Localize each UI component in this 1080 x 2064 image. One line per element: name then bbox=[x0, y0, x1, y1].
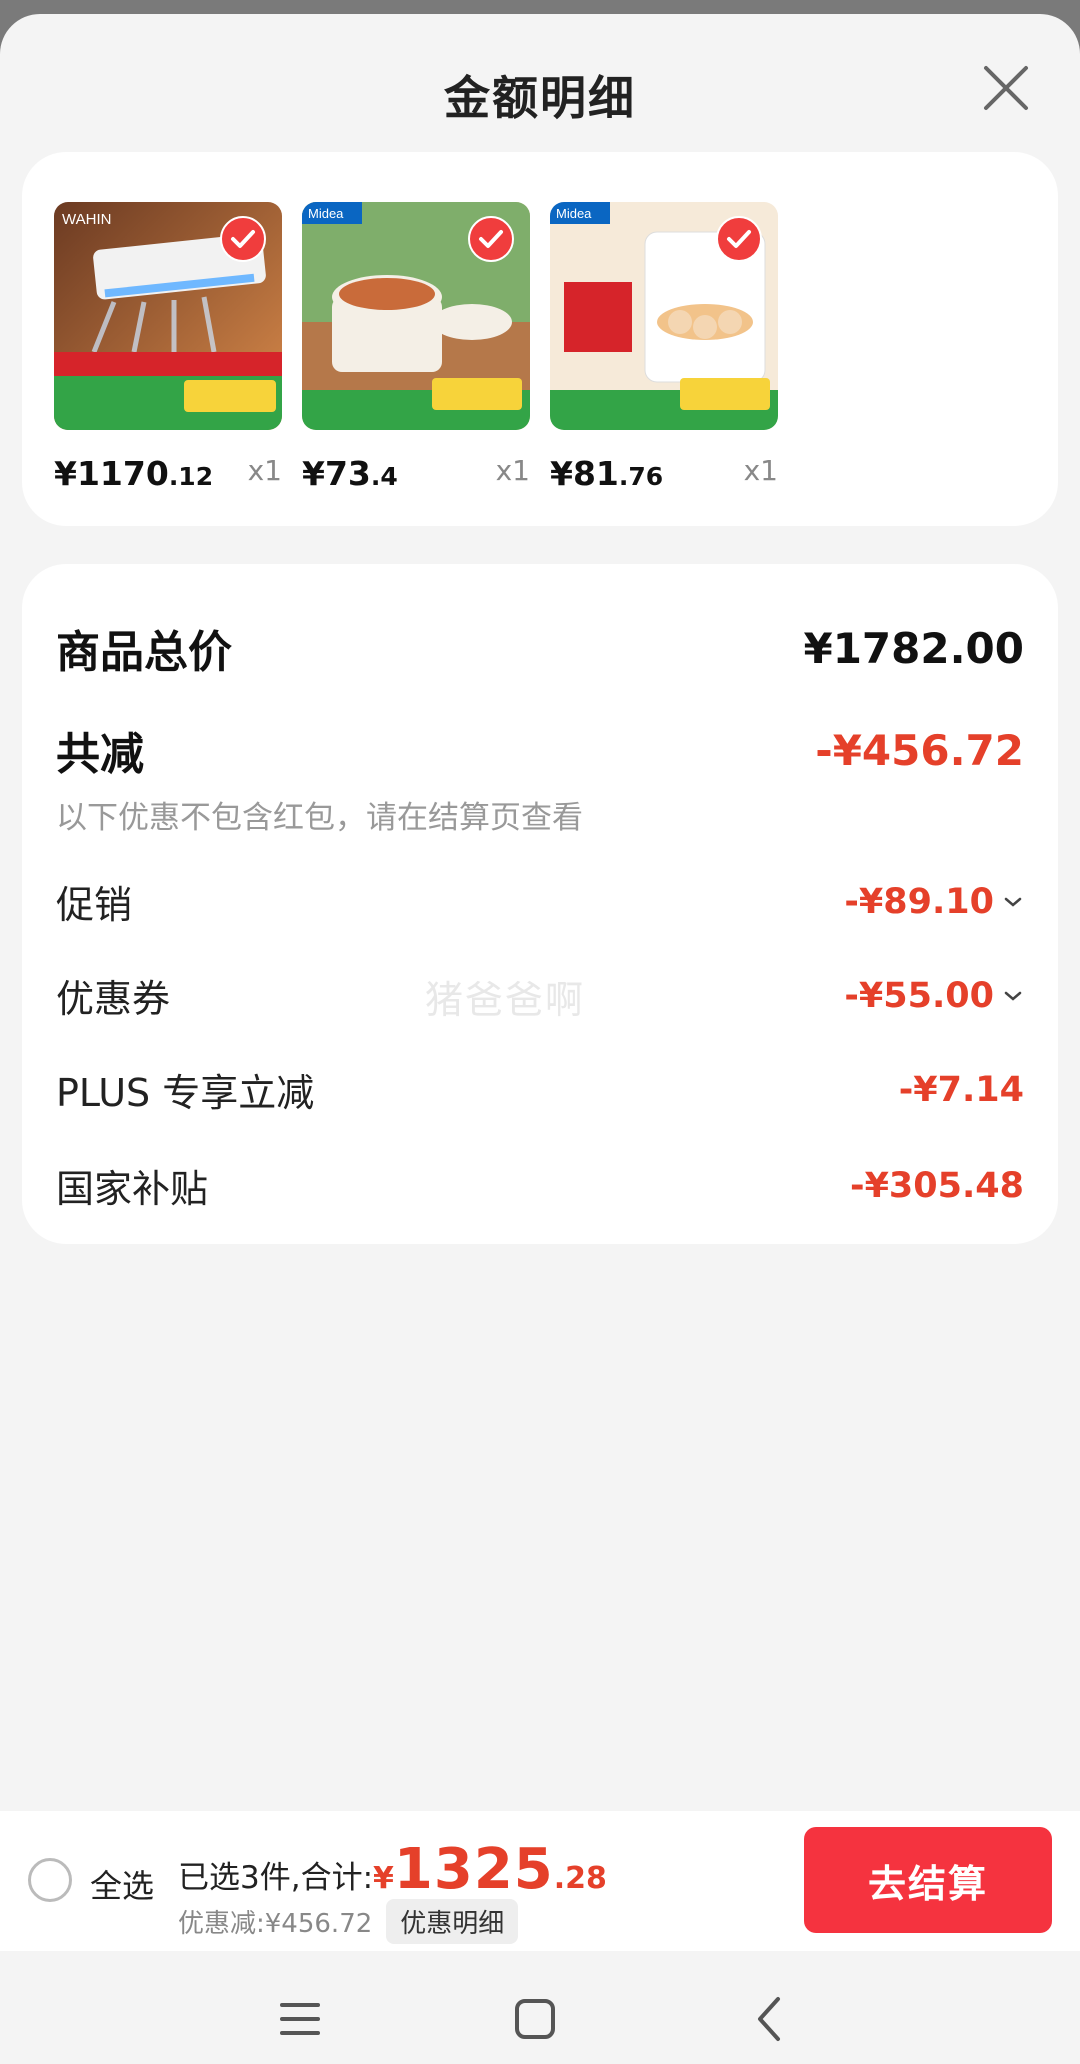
total-price-value: ¥1782.00 bbox=[803, 623, 1024, 673]
amount-detail-sheet: 金额明细 WAHIN ¥1170.12 x1 Midea ¥73.4 x1 Mi… bbox=[0, 14, 1080, 2064]
discount-value: -¥7.14 bbox=[898, 1069, 1024, 1110]
product-price: ¥81.76 bbox=[550, 454, 664, 493]
svg-text:WAHIN: WAHIN bbox=[62, 211, 111, 228]
discount-row-promotion[interactable]: 促销 -¥89.10 bbox=[56, 874, 1024, 929]
page-title: 金额明细 bbox=[444, 71, 636, 125]
discount-detail-button[interactable]: 优惠明细 bbox=[386, 1899, 519, 1944]
svg-text:Midea: Midea bbox=[556, 206, 592, 221]
product-item[interactable]: WAHIN ¥1170.12 x1 bbox=[54, 202, 282, 493]
selected-check-icon[interactable] bbox=[220, 216, 266, 262]
discount-label: 优惠券 bbox=[56, 977, 171, 1021]
product-item[interactable]: Midea ¥73.4 x1 bbox=[302, 202, 530, 493]
product-quantity: x1 bbox=[743, 454, 778, 487]
product-item[interactable]: Midea ¥81.76 x1 bbox=[550, 202, 778, 493]
discount-summary: 优惠减:¥456.72 优惠明细 bbox=[178, 1899, 519, 1944]
product-quantity: x1 bbox=[495, 454, 530, 487]
discount-label: 促销 bbox=[56, 883, 133, 927]
checkout-bar: 全选 已选3件,合计:¥1325.28 优惠减:¥456.72 优惠明细 去结算 bbox=[0, 1811, 1080, 1951]
select-all-label[interactable]: 全选 bbox=[90, 1861, 154, 1907]
total-price-label: 商品总价 bbox=[56, 627, 232, 678]
menu-icon[interactable] bbox=[270, 1989, 330, 2049]
product-price: ¥73.4 bbox=[302, 454, 398, 493]
discount-label: 国家补贴 bbox=[56, 1167, 209, 1211]
products-card: WAHIN ¥1170.12 x1 Midea ¥73.4 x1 Midea ¥… bbox=[22, 152, 1058, 526]
product-quantity: x1 bbox=[247, 454, 282, 487]
discount-label: PLUS 专享立减 bbox=[56, 1071, 315, 1115]
price-summary-card: 商品总价 ¥1782.00 共减 -¥456.72 以下优惠不包含红包，请在结算… bbox=[22, 564, 1058, 1244]
selected-check-icon[interactable] bbox=[468, 216, 514, 262]
product-price: ¥1170.12 bbox=[54, 454, 214, 493]
home-icon[interactable] bbox=[505, 1989, 565, 2049]
discount-value: -¥305.48 bbox=[850, 1165, 1024, 1206]
total-reduction-label: 共减 bbox=[56, 729, 144, 780]
discount-row-subsidy: 国家补贴 -¥305.48 bbox=[56, 1158, 1024, 1213]
reduction-note: 以下优惠不包含红包，请在结算页查看 bbox=[56, 800, 583, 836]
discount-value: -¥89.10 bbox=[844, 881, 994, 922]
watermark: 猪爸爸啊 bbox=[425, 978, 586, 1022]
discount-value: -¥55.00 bbox=[844, 975, 994, 1016]
total-reduction-row: 共减 -¥456.72 bbox=[56, 718, 1024, 782]
total-reduction-value: -¥456.72 bbox=[815, 725, 1024, 775]
selected-summary: 已选3件,合计:¥1325.28 bbox=[178, 1837, 607, 1902]
select-all-radio[interactable] bbox=[28, 1858, 72, 1902]
selected-check-icon[interactable] bbox=[716, 216, 762, 262]
system-nav-bar bbox=[0, 1951, 1080, 2064]
back-icon[interactable] bbox=[740, 1989, 800, 2049]
svg-text:Midea: Midea bbox=[308, 206, 344, 221]
chevron-down-icon[interactable] bbox=[1002, 891, 1024, 913]
discount-row-plus: PLUS 专享立减 -¥7.14 bbox=[56, 1062, 1024, 1117]
chevron-down-icon[interactable] bbox=[1002, 985, 1024, 1007]
total-price-row: 商品总价 ¥1782.00 bbox=[56, 616, 1024, 680]
total-amount: 1325 bbox=[393, 1837, 554, 1902]
close-icon[interactable] bbox=[978, 60, 1034, 116]
checkout-button[interactable]: 去结算 bbox=[804, 1827, 1052, 1933]
